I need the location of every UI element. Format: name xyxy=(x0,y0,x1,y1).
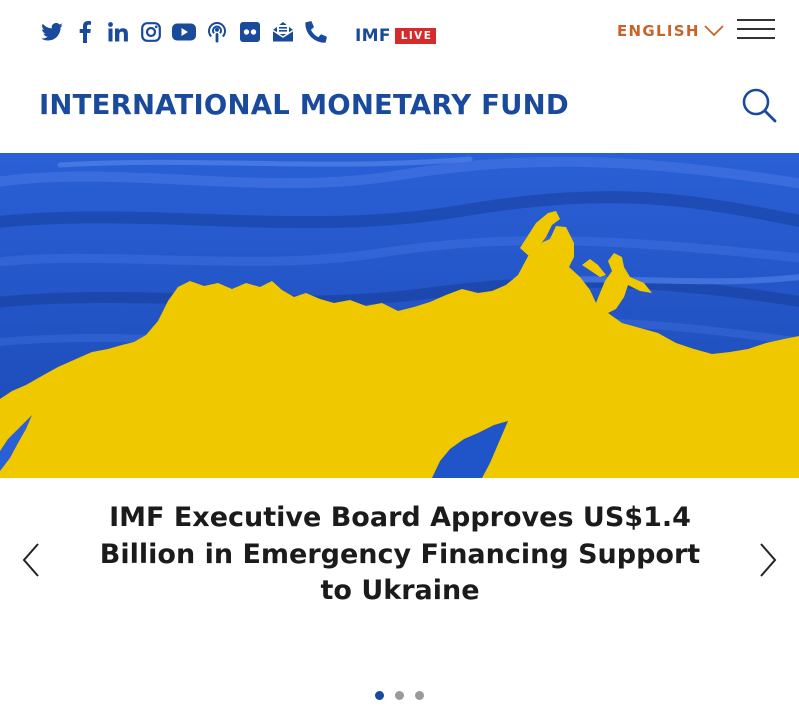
search-icon[interactable] xyxy=(741,87,777,123)
instagram-icon[interactable] xyxy=(139,20,163,44)
linkedin-icon[interactable] xyxy=(106,20,130,44)
facebook-icon[interactable] xyxy=(73,20,97,44)
carousel-dot-2[interactable] xyxy=(395,691,404,700)
podcast-icon[interactable] xyxy=(205,20,229,44)
masthead: INTERNATIONAL MONETARY FUND xyxy=(0,64,799,153)
carousel-dot-3[interactable] xyxy=(415,691,424,700)
top-utility-bar: IMF LIVE ENGLISH xyxy=(0,0,799,64)
carousel-pagination xyxy=(375,691,435,700)
twitter-icon[interactable] xyxy=(40,20,64,44)
chevron-right-icon[interactable] xyxy=(757,542,779,578)
phone-icon[interactable] xyxy=(304,20,328,44)
language-selector[interactable]: ENGLISH xyxy=(617,22,724,40)
language-label: ENGLISH xyxy=(617,22,700,40)
youtube-icon[interactable] xyxy=(172,20,196,44)
chevron-down-icon xyxy=(704,25,724,37)
imf-live-prefix: IMF xyxy=(355,26,391,46)
site-title[interactable]: INTERNATIONAL MONETARY FUND xyxy=(39,89,569,121)
hamburger-icon[interactable] xyxy=(737,19,775,41)
live-badge: LIVE xyxy=(394,28,437,44)
social-links: IMF LIVE xyxy=(40,18,437,46)
email-newsletter-icon[interactable] xyxy=(271,20,295,44)
hero-image xyxy=(0,153,799,478)
imf-live-link[interactable]: IMF LIVE xyxy=(355,26,437,46)
chevron-left-icon[interactable] xyxy=(20,542,42,578)
flickr-icon[interactable] xyxy=(238,20,262,44)
carousel-slide: IMF Executive Board Approves US$1.4 Bill… xyxy=(0,478,799,712)
carousel-headline[interactable]: IMF Executive Board Approves US$1.4 Bill… xyxy=(90,500,710,610)
carousel-dot-1[interactable] xyxy=(375,691,384,700)
